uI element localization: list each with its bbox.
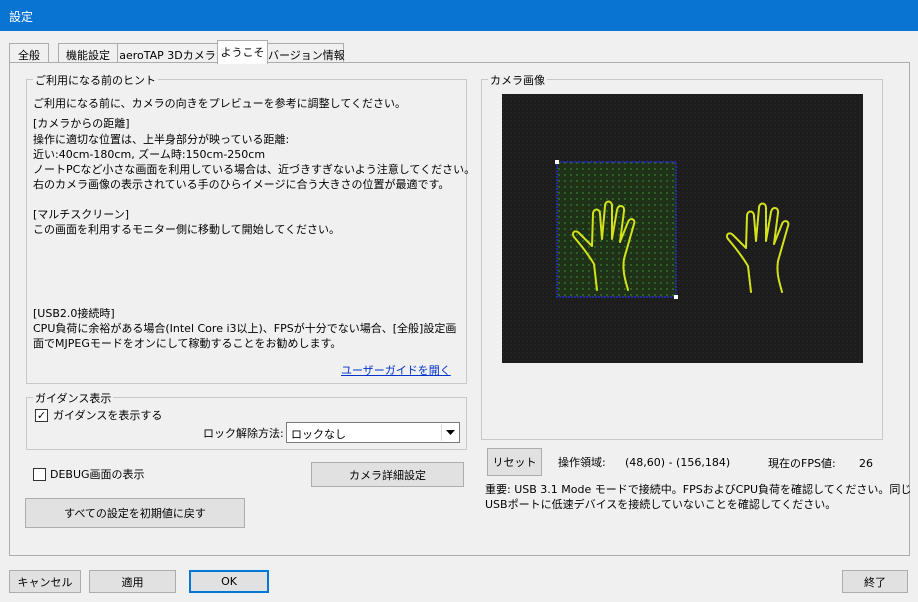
operation-region[interactable] [555, 160, 678, 299]
hint-distance-line2: 近い:40cm-180cm, ズーム時:150cm-250cm [33, 148, 266, 161]
tab-aerotap-3d-camera[interactable]: aeroTAP 3Dカメラ [117, 43, 218, 63]
tab-version-info[interactable]: バージョン情報 [267, 43, 345, 63]
usb-notice-line1: 重要: USB 3.1 Mode モードで接続中。FPSおよびCPU負荷を確認し… [485, 483, 912, 496]
camera-legend: カメラ画像 [488, 72, 547, 88]
camera-background [502, 94, 863, 363]
operation-area-value: (48,60) - (156,184) [625, 456, 731, 469]
region-handle-bottom-right[interactable] [674, 295, 678, 299]
debug-label: DEBUG画面の表示 [50, 468, 145, 481]
hint-distance-line3: ノートPCなど小さな画面を利用している場合は、近づきすぎないよう注意してください… [33, 163, 476, 176]
tab-features[interactable]: 機能設定 [58, 43, 118, 63]
hint-multi-title: [マルチスクリーン] [33, 208, 130, 221]
fps-label: 現在のFPS値: [768, 457, 836, 470]
hints-legend: ご利用になる前のヒント [33, 72, 158, 88]
unlock-method-select[interactable]: ロックなし [286, 422, 460, 443]
region-handle-top-left[interactable] [555, 160, 559, 164]
user-guide-link[interactable]: ユーザーガイドを開く [341, 363, 451, 378]
hint-distance-line4: 右のカメラ画像の表示されている手のひらイメージに合う大きさの位置が最適です。 [33, 178, 450, 191]
window-title: 設定 [9, 10, 34, 24]
apply-button[interactable]: 適用 [89, 570, 176, 593]
tab-general[interactable]: 全般 [9, 43, 49, 63]
hint-usb-line2: 面でMJPEGモードをオンにして稼動することをお勧めします。 [33, 337, 342, 350]
hint-distance-title: [カメラからの距離] [33, 117, 130, 130]
exit-button[interactable]: 終了 [842, 570, 908, 593]
show-guidance-checkbox[interactable]: ✓ [35, 409, 48, 422]
hint-multi-line1: この画面を利用するモニター側に移動して開始してください。 [33, 223, 341, 236]
unlock-method-label: ロック解除方法: [203, 427, 284, 440]
reset-button[interactable]: リセット [487, 448, 542, 476]
hint-intro: ご利用になる前に、カメラの向きをプレビューを参考に調整してください。 [33, 97, 407, 110]
reset-all-settings-button[interactable]: すべての設定を初期値に戻す [25, 498, 245, 528]
camera-detail-button[interactable]: カメラ詳細設定 [311, 462, 464, 487]
operation-area-label: 操作領域: [558, 456, 606, 469]
hint-usb-line1: CPU負荷に余裕がある場合(Intel Core i3以上)、FPSが十分でない… [33, 322, 457, 335]
hint-distance-line1: 操作に適切な位置は、上半身部分が映っている距離: [33, 133, 290, 146]
cancel-button[interactable]: キャンセル [9, 570, 81, 593]
fps-value: 26 [859, 457, 873, 470]
ok-button[interactable]: OK [189, 570, 269, 593]
show-guidance-label: ガイダンスを表示する [53, 409, 163, 422]
tab-welcome[interactable]: ようこそ [217, 40, 268, 64]
guidance-legend: ガイダンス表示 [33, 390, 114, 406]
usb-notice-line2: USBポートに低速デバイスを接続していないことを確認してください。 [485, 498, 837, 511]
chevron-down-icon[interactable] [441, 424, 458, 441]
camera-preview[interactable] [502, 94, 863, 363]
title-bar: 設定 [0, 0, 918, 31]
camera-preview-svg [502, 94, 863, 363]
unlock-method-value: ロックなし [291, 428, 346, 441]
hint-usb-title: [USB2.0接続時] [33, 307, 115, 320]
debug-checkbox[interactable] [33, 468, 46, 481]
bottom-button-bar: キャンセル 適用 OK 終了 [0, 563, 918, 602]
